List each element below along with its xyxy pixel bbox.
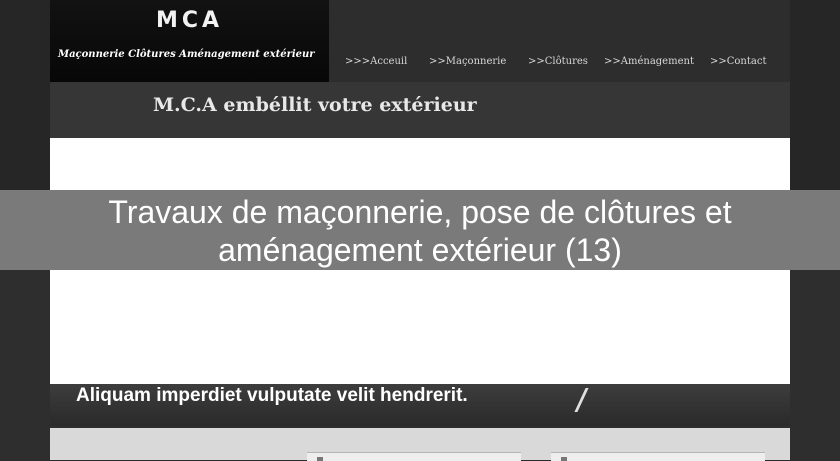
thumbnail-icon bbox=[317, 457, 323, 461]
page-headline: Travaux de maçonnerie, pose de clôtures … bbox=[108, 194, 732, 268]
slider-image-bottom bbox=[50, 270, 790, 384]
slider-caption: Aliquam imperdiet vulputate velit hendre… bbox=[76, 385, 468, 406]
nav-item-clotures[interactable]: >>Clôtures bbox=[528, 56, 588, 67]
site-header: MCA Maçonnerie Clôtures Aménagement exté… bbox=[50, 0, 790, 82]
main-nav: >>>Acceuil >>Maçonnerie >>Clôtures >>Amé… bbox=[335, 56, 790, 70]
nav-item-acceuil[interactable]: >>>Acceuil bbox=[345, 56, 407, 67]
tagline-bar: M.C.A embéllit votre extérieur bbox=[50, 82, 790, 138]
nav-item-amenagement[interactable]: >>Aménagement bbox=[604, 56, 694, 67]
site-tagline: M.C.A embéllit votre extérieur bbox=[153, 94, 477, 116]
slider-image-top bbox=[50, 138, 790, 190]
thumbnail-icon bbox=[561, 457, 567, 461]
nav-item-contact[interactable]: >>Contact bbox=[710, 56, 766, 67]
content-area bbox=[50, 428, 790, 461]
logo-subtitle: Maçonnerie Clôtures Aménagement extérieu… bbox=[58, 49, 315, 60]
logo[interactable]: MCA Maçonnerie Clôtures Aménagement exté… bbox=[50, 0, 329, 82]
headline-band: Travaux de maçonnerie, pose de clôtures … bbox=[0, 190, 840, 270]
nav-item-maconnerie[interactable]: >>Maçonnerie bbox=[429, 56, 506, 67]
logo-title: MCA bbox=[155, 8, 224, 33]
